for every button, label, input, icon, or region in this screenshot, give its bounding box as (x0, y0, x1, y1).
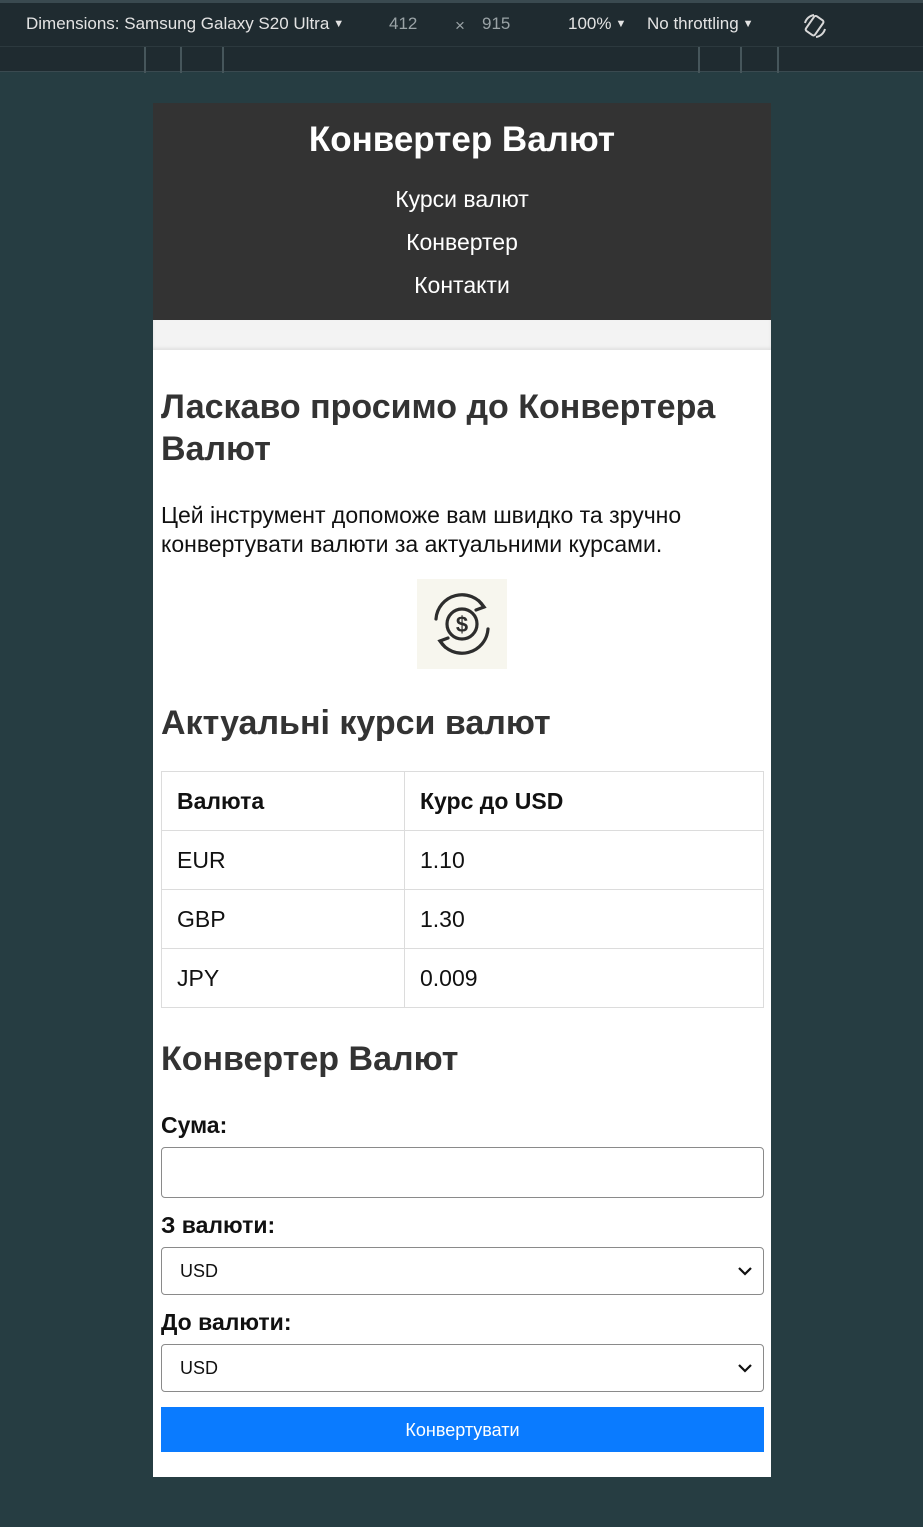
device-ruler (0, 46, 923, 73)
to-currency-label: До валюти: (161, 1309, 292, 1335)
header-divider (153, 320, 771, 350)
zoom-selector[interactable]: 100% ▼ (568, 14, 626, 34)
throttling-selector[interactable]: No throttling ▼ (647, 14, 754, 34)
nav-link-contacts[interactable]: Контакти (153, 264, 771, 307)
times-symbol: × (455, 16, 465, 35)
from-currency-select[interactable]: USD (161, 1247, 764, 1295)
caret-down-icon: ▼ (742, 18, 754, 30)
amount-label: Сума: (161, 1112, 228, 1138)
to-currency-value: USD (180, 1358, 219, 1378)
rates-title: Актуальні курси валют (161, 704, 551, 742)
welcome-title: Ласкаво просимо до Конвертера Валют (161, 388, 716, 468)
currency-exchange-icon: $ (417, 579, 507, 669)
table-row: GBP 1.30 (161, 889, 764, 949)
device-selector[interactable]: Dimensions: Samsung Galaxy S20 Ultra ▼ (26, 14, 344, 34)
amount-input[interactable] (161, 1147, 764, 1198)
nav-link-rates[interactable]: Курси валют (153, 178, 771, 221)
table-header-row: Валюта Курс до USD (161, 771, 764, 831)
converter-title: Конвертер Валют (161, 1040, 459, 1078)
rotate-device-icon[interactable] (800, 11, 830, 41)
chevron-down-icon (738, 1364, 752, 1373)
column-header-currency: Валюта (161, 771, 405, 831)
currency-cell: JPY (161, 948, 405, 1008)
rates-table: Валюта Курс до USD EUR 1.10 GBP 1.30 JPY… (161, 771, 764, 1008)
currency-cell: EUR (161, 830, 405, 890)
from-currency-label: З валюти: (161, 1212, 276, 1238)
width-input[interactable]: 412 (389, 14, 417, 34)
device-label: Dimensions: Samsung Galaxy S20 Ultra (26, 14, 330, 33)
rate-cell: 1.10 (404, 830, 764, 890)
caret-down-icon: ▼ (615, 18, 627, 30)
from-currency-value: USD (180, 1261, 219, 1281)
main-content: Ласкаво просимо до Конвертера Валют Цей … (153, 386, 771, 1452)
column-header-rate: Курс до USD (404, 771, 764, 831)
rate-cell: 0.009 (404, 948, 764, 1008)
table-row: JPY 0.009 (161, 948, 764, 1008)
site-title: Конвертер Валют (308, 120, 616, 159)
height-input[interactable]: 915 (482, 14, 510, 34)
to-currency-select[interactable]: USD (161, 1344, 764, 1392)
currency-cell: GBP (161, 889, 405, 949)
throttling-label: No throttling (647, 14, 739, 33)
svg-text:$: $ (456, 612, 468, 637)
main-nav: Курси валют Конвертер Контакти (153, 178, 771, 307)
nav-link-converter[interactable]: Конвертер (153, 221, 771, 264)
device-viewport: Конвертер Валют Курси валют Конвертер Ко… (153, 103, 771, 1477)
devtools-toolbar: Dimensions: Samsung Galaxy S20 Ultra ▼ 41… (0, 0, 923, 46)
chevron-down-icon (738, 1267, 752, 1276)
caret-down-icon: ▼ (333, 18, 345, 30)
table-row: EUR 1.10 (161, 830, 764, 890)
site-header: Конвертер Валют Курси валют Конвертер Ко… (153, 103, 771, 320)
zoom-label: 100% (568, 14, 612, 33)
convert-button[interactable]: Конвертувати (161, 1407, 764, 1452)
rate-cell: 1.30 (404, 889, 764, 949)
welcome-text: Цей інструмент допоможе вам швидко та зр… (161, 502, 682, 557)
